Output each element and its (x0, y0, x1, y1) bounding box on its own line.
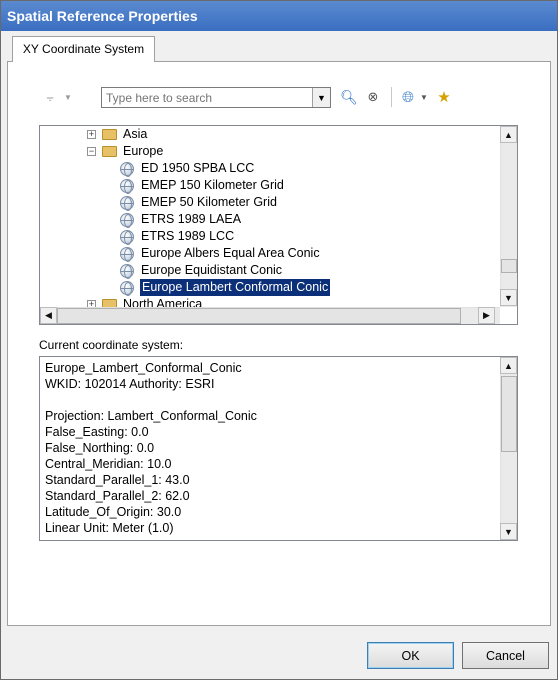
globe-icon (120, 178, 134, 194)
globe-icon (120, 280, 134, 296)
detail-line: Projection: Lambert_Conformal_Conic (45, 409, 257, 423)
add-to-favorites-icon[interactable]: ★ (435, 87, 453, 107)
filter-icon[interactable]: ⨪ (39, 87, 61, 107)
globe-icon (120, 229, 134, 245)
tree-item-crs[interactable]: EMEP 150 Kilometer Grid (120, 177, 285, 194)
scroll-down-icon[interactable]: ▼ (500, 289, 517, 306)
search-input[interactable] (102, 88, 310, 107)
search-history-dropdown-icon[interactable]: ▼ (312, 88, 330, 107)
globe-icon (120, 263, 134, 279)
detail-line: Linear Unit: Meter (1.0) (45, 521, 174, 535)
tree-item-crs[interactable]: EMEP 50 Kilometer Grid (120, 194, 278, 211)
toolbar: ⨪ ▼ ▼ 🔍︎ ⊗ 🌐︎ ▼ ★ (39, 87, 519, 109)
tree-item-asia[interactable]: + Asia (87, 126, 148, 143)
tree-item-label: Europe (123, 144, 164, 158)
tree-item-crs-selected[interactable]: Europe Lambert Conformal Conic (120, 278, 332, 297)
tree-item-label: EMEP 150 Kilometer Grid (141, 178, 284, 192)
tree-item-label: ETRS 1989 LAEA (141, 212, 242, 226)
tree-item-label: Europe Lambert Conformal Conic (138, 278, 332, 297)
search-box[interactable]: ▼ (101, 87, 331, 108)
scroll-thumb[interactable] (501, 376, 517, 452)
tree-item-europe[interactable]: − Europe (87, 143, 164, 160)
details-vertical-scrollbar[interactable]: ▲ ▼ (500, 357, 517, 540)
cancel-button[interactable]: Cancel (462, 642, 549, 669)
tree-item-label: Asia (123, 127, 148, 141)
add-coordinate-system-icon[interactable]: 🌐︎ (397, 87, 419, 107)
scroll-right-icon[interactable]: ▶ (478, 307, 495, 324)
tree-item-crs[interactable]: Europe Equidistant Conic (120, 262, 283, 279)
tree-item-crs[interactable]: ETRS 1989 LAEA (120, 211, 242, 228)
spatial-reference-dialog: Spatial Reference Properties XY Coordina… (0, 0, 558, 680)
filter-dropdown-arrow-icon[interactable]: ▼ (63, 87, 73, 107)
clear-search-icon[interactable]: ⊗ (363, 87, 383, 107)
scroll-left-icon[interactable]: ◀ (40, 307, 57, 324)
detail-line: Central_Meridian: 10.0 (45, 457, 172, 471)
scroll-thumb[interactable] (57, 308, 461, 324)
detail-line: False_Easting: 0.0 (45, 425, 149, 439)
tree-item-label: EMEP 50 Kilometer Grid (141, 195, 277, 209)
globe-icon (120, 195, 134, 211)
tree-item-label: ED 1950 SPBA LCC (141, 161, 255, 175)
detail-line: WKID: 102014 Authority: ESRI (45, 377, 215, 391)
coordinate-system-tree[interactable]: + Asia − Europe ED 1950 SPBA LCC EMEP 15… (39, 125, 518, 325)
globe-icon (120, 212, 134, 228)
current-coordinate-system-label: Current coordinate system: (39, 338, 184, 352)
tree-item-crs[interactable]: ETRS 1989 LCC (120, 228, 235, 245)
window-title: Spatial Reference Properties (1, 1, 557, 31)
detail-line: Europe_Lambert_Conformal_Conic (45, 361, 242, 375)
detail-line: Standard_Parallel_1: 43.0 (45, 473, 190, 487)
scroll-down-icon[interactable]: ▼ (500, 523, 517, 540)
tree-vertical-scrollbar[interactable]: ▲ ▼ (500, 126, 517, 307)
ok-button[interactable]: OK (367, 642, 454, 669)
scroll-up-icon[interactable]: ▲ (500, 126, 517, 143)
tree-horizontal-scrollbar[interactable]: ◀ ▶ (40, 307, 500, 324)
detail-line: Standard_Parallel_2: 62.0 (45, 489, 190, 503)
detail-line: Latitude_Of_Origin: 30.0 (45, 505, 182, 519)
collapse-icon[interactable]: − (87, 147, 96, 156)
open-folder-icon (102, 146, 117, 157)
tree-item-label: ETRS 1989 LCC (141, 229, 235, 243)
globe-icon (120, 246, 134, 262)
tree-item-label: Europe Equidistant Conic (141, 263, 283, 277)
tree-item-label: Europe Albers Equal Area Conic (141, 246, 320, 260)
toolbar-separator (391, 87, 392, 107)
add-coordinate-system-dropdown-icon[interactable]: ▼ (419, 87, 429, 107)
globe-icon (120, 161, 134, 177)
folder-icon (102, 129, 117, 140)
detail-line: False_Northing: 0.0 (45, 441, 155, 455)
tree-item-crs[interactable]: Europe Albers Equal Area Conic (120, 245, 321, 262)
tree-item-crs[interactable]: ED 1950 SPBA LCC (120, 160, 255, 177)
search-icon[interactable]: 🔍︎ (339, 87, 359, 107)
tab-xy-coordinate-system[interactable]: XY Coordinate System (12, 36, 155, 62)
scroll-thumb[interactable] (501, 259, 517, 273)
expand-icon[interactable]: + (87, 130, 96, 139)
coordinate-system-details[interactable]: Europe_Lambert_Conformal_Conic WKID: 102… (39, 356, 518, 541)
scroll-up-icon[interactable]: ▲ (500, 357, 517, 374)
